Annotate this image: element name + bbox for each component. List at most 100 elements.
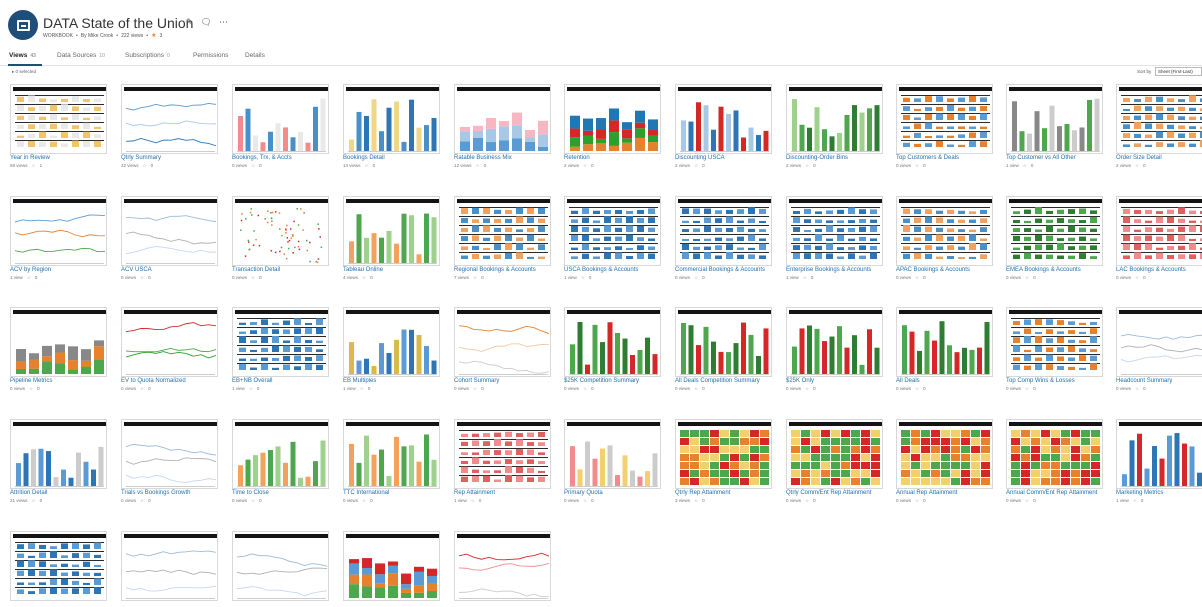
view-card[interactable]: Commercial Bookings & Accounts 0 views ☆ 0	[675, 196, 775, 280]
view-thumbnail[interactable]	[121, 419, 218, 489]
view-name-link[interactable]: All Deals Competition Summary	[675, 378, 760, 384]
view-card[interactable]: All Deals Competition Summary 0 views ☆ 0	[675, 307, 775, 391]
view-card[interactable]: Bookings, Trx, & Accts 0 views ☆ 0	[232, 84, 332, 168]
view-card[interactable]: Tableau Online 4 views ☆ 0	[343, 196, 443, 280]
view-thumbnail[interactable]	[343, 419, 440, 489]
view-name-link[interactable]: Order Size Detail	[1116, 155, 1162, 161]
view-name-link[interactable]: ACV USCA	[121, 267, 152, 273]
favorite-star-icon[interactable]: ☆	[27, 275, 31, 281]
view-name-link[interactable]: Bookings Detail	[343, 155, 385, 161]
view-name-link[interactable]: Pipeline Metrics	[10, 378, 52, 384]
view-thumbnail[interactable]	[10, 84, 107, 154]
view-thumbnail[interactable]	[1006, 307, 1103, 377]
view-name-link[interactable]: Cohort Summary	[454, 378, 499, 384]
view-card[interactable]: ACV by Region 1 view ☆ 0	[10, 196, 110, 280]
view-card[interactable]: Primary Quota 0 views ☆ 0	[564, 419, 664, 503]
view-card[interactable]: Marketing Metrics 1 view ☆ 0	[1116, 419, 1202, 503]
favorite-star-icon[interactable]: ☆	[476, 163, 480, 169]
view-card[interactable]: Order Size Detail 2 views ☆ 0	[1116, 84, 1202, 168]
view-name-link[interactable]: Time to Close	[232, 490, 269, 496]
view-card[interactable]: Top Customer vs All Other 1 view ☆ 0	[1006, 84, 1106, 168]
favorite-star-icon[interactable]: ☆	[32, 163, 36, 169]
view-name-link[interactable]: Tableau Online	[343, 267, 383, 273]
view-name-link[interactable]: Annual Rep Attainment	[896, 490, 957, 496]
view-card[interactable]: $25K Only 0 views ☆ 0	[786, 307, 886, 391]
favorite-star-icon[interactable]: ☆	[694, 386, 698, 392]
view-card[interactable]: Headcount Summary 0 views ☆ 0	[1116, 307, 1202, 391]
view-thumbnail[interactable]	[675, 419, 772, 489]
view-name-link[interactable]: EB+NB Overall	[232, 378, 273, 384]
view-card[interactable]: Transaction Detail 0 views ☆ 0	[232, 196, 332, 280]
favorite-star-icon[interactable]: ☆	[694, 498, 698, 504]
view-thumbnail[interactable]	[232, 531, 329, 601]
view-thumbnail[interactable]	[121, 84, 218, 154]
favorite-star-icon[interactable]: ☆	[360, 386, 364, 392]
view-card[interactable]: Top Comp Wins & Losses 0 views ☆ 0	[1006, 307, 1106, 391]
view-name-link[interactable]: LAC Bookings & Accounts	[1116, 267, 1186, 273]
view-card[interactable]: EB Multiples 1 view ☆ 0	[343, 307, 443, 391]
favorite-star-icon[interactable]: ☆	[694, 163, 698, 169]
view-card[interactable]: Regional Bookings & Accounts 7 views ☆ 0	[454, 196, 554, 280]
favorite-star-icon[interactable]: ☆	[140, 498, 144, 504]
view-name-link[interactable]: Enterprise Bookings & Accounts	[786, 267, 871, 273]
favorite-star-icon[interactable]: ☆	[140, 275, 144, 281]
view-card[interactable]: Qtrly Rep Attainment 3 views ☆ 0	[675, 419, 775, 503]
view-card[interactable]	[121, 531, 221, 607]
view-name-link[interactable]: Top Customers & Deals	[896, 155, 959, 161]
view-name-link[interactable]: Bookings, Trx, & Accts	[232, 155, 292, 161]
view-thumbnail[interactable]	[454, 196, 551, 266]
view-name-link[interactable]: Discounting-Order Bins	[786, 155, 848, 161]
favorite-star-icon[interactable]: ☆	[249, 386, 253, 392]
favorite-star-icon[interactable]: ☆	[140, 386, 144, 392]
favorite-star-icon[interactable]: ☆	[362, 498, 366, 504]
view-name-link[interactable]: Top Comp Wins & Losses	[1006, 378, 1075, 384]
view-thumbnail[interactable]	[121, 196, 218, 266]
favorite-star-icon[interactable]: ☆	[1025, 275, 1029, 281]
view-thumbnail[interactable]	[1116, 84, 1202, 154]
favorite-star-icon[interactable]: ☆	[1133, 498, 1137, 504]
view-name-link[interactable]: Qtrly Summary	[121, 155, 161, 161]
view-thumbnail[interactable]	[1116, 196, 1202, 266]
view-name-link[interactable]: Regional Bookings & Accounts	[454, 267, 536, 273]
view-name-link[interactable]: Primary Quota	[564, 490, 603, 496]
view-thumbnail[interactable]	[786, 307, 883, 377]
view-name-link[interactable]: Retention	[564, 155, 590, 161]
favorite-star-icon[interactable]: ☆	[915, 498, 919, 504]
view-card[interactable]: Trials vs Bookings Growth 0 views ☆ 0	[121, 419, 221, 503]
favorite-star-icon[interactable]: ☆	[583, 498, 587, 504]
view-name-link[interactable]: EMEA Bookings & Accounts	[1006, 267, 1081, 273]
favorite-star-icon[interactable]: ☆	[29, 386, 33, 392]
view-card[interactable]: Enterprise Bookings & Accounts 1 view ☆ 0	[786, 196, 886, 280]
view-card[interactable]: ACV USCA 0 views ☆ 0	[121, 196, 221, 280]
favorite-star-icon[interactable]: ☆	[32, 498, 36, 504]
view-name-link[interactable]: Trials vs Bookings Growth	[121, 490, 190, 496]
view-card[interactable]: Top Customers & Deals 0 views ☆ 0	[896, 84, 996, 168]
view-thumbnail[interactable]	[1006, 196, 1103, 266]
view-name-link[interactable]: Annual Comm/Ent Rep Attainment	[1006, 490, 1097, 496]
favorite-star-icon[interactable]: ☆	[915, 163, 919, 169]
view-thumbnail[interactable]	[786, 196, 883, 266]
view-name-link[interactable]: EV to Quota Normalized	[121, 378, 186, 384]
view-card[interactable]: Qtrly Comm/Ent Rep Attainment 0 views ☆ 0	[786, 419, 886, 503]
view-thumbnail[interactable]	[1116, 419, 1202, 489]
favorite-star-icon[interactable]: ☆	[694, 275, 698, 281]
view-thumbnail[interactable]	[232, 419, 329, 489]
view-thumbnail[interactable]	[1006, 419, 1103, 489]
view-name-link[interactable]: USCA Bookings & Accounts	[564, 267, 638, 273]
view-thumbnail[interactable]	[10, 419, 107, 489]
view-thumbnail[interactable]	[564, 84, 661, 154]
view-card[interactable]	[343, 531, 443, 607]
favorite-star-icon[interactable]: ☆	[805, 498, 809, 504]
view-thumbnail[interactable]	[675, 196, 772, 266]
favorite-star-icon[interactable]: ☆	[583, 386, 587, 392]
favorite-star-icon[interactable]: ☆	[583, 163, 587, 169]
view-name-link[interactable]: Marketing Metrics	[1116, 490, 1163, 496]
view-card[interactable]: TTC International 0 views ☆ 0	[343, 419, 443, 503]
favorite-star-icon[interactable]: ☆	[805, 163, 809, 169]
favorite-star-icon[interactable]: ☆	[251, 163, 255, 169]
view-thumbnail[interactable]	[10, 307, 107, 377]
view-thumbnail[interactable]	[343, 196, 440, 266]
view-thumbnail[interactable]	[896, 307, 993, 377]
view-thumbnail[interactable]	[454, 84, 551, 154]
view-card[interactable]: Pipeline Metrics 0 views ☆ 0	[10, 307, 110, 391]
